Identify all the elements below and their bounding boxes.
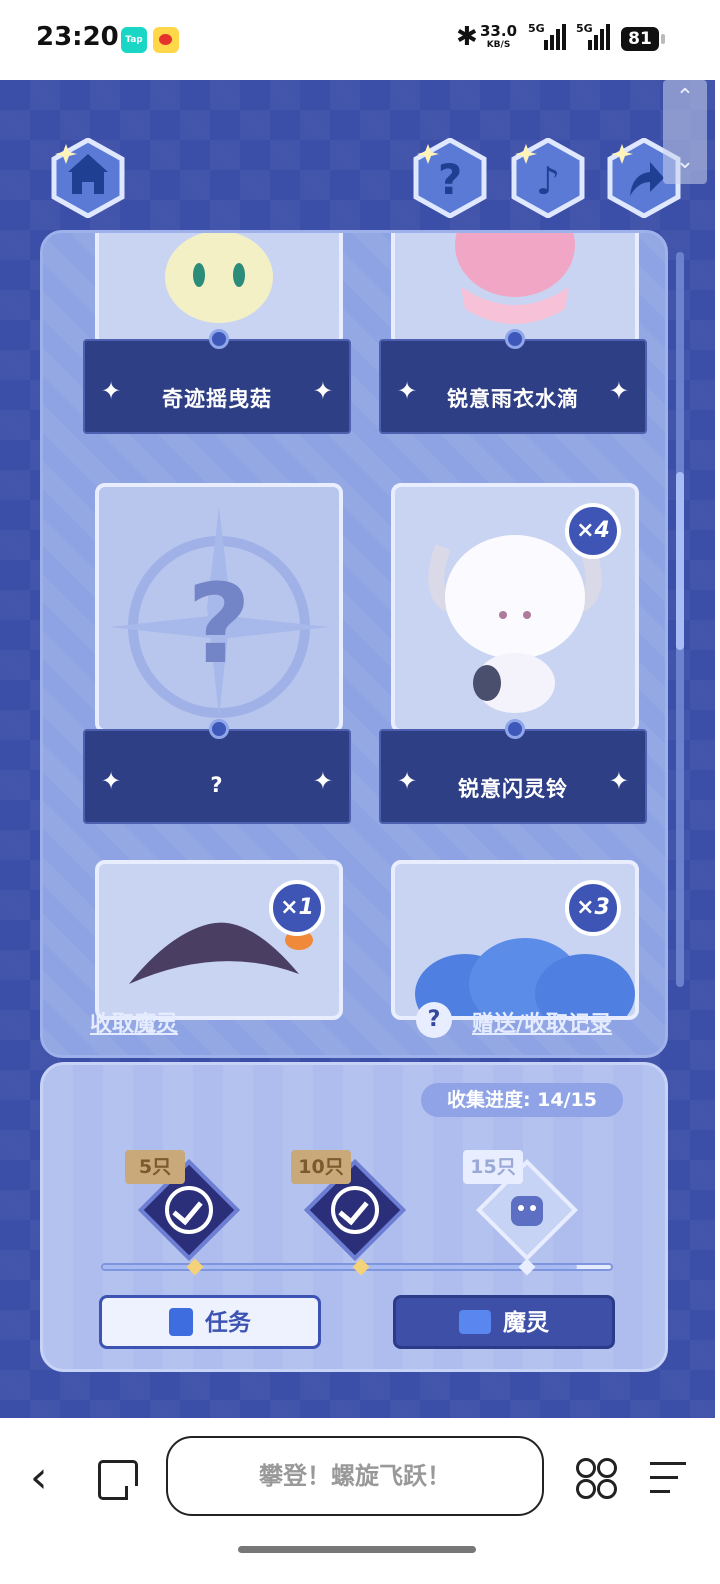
milestone-15[interactable]: 15只 [463, 1150, 578, 1261]
check-icon [331, 1186, 379, 1234]
card-name: 奇迹摇曳菇 [162, 387, 272, 411]
card-art: ×3 [391, 860, 639, 1020]
count-badge: ×3 [565, 880, 621, 936]
spirit-card[interactable]: ✦ 奇迹摇曳菇 ✦ [83, 233, 351, 447]
battery-icon: 81 [621, 27, 665, 51]
milestone-tag: 10只 [291, 1150, 351, 1184]
progress-label: 收集进度: 14/15 [421, 1083, 623, 1117]
tap-icon: Tap [121, 27, 147, 53]
browser-toolbar: ‹ 攀登！螺旋飞跃！ [0, 1418, 720, 1584]
check-icon [165, 1186, 213, 1234]
milestone-tick [352, 1258, 370, 1276]
milestone-5[interactable]: 5只 [125, 1150, 240, 1261]
music-button[interactable]: ♪ [508, 138, 588, 218]
home-indicator[interactable] [238, 1546, 476, 1553]
status-bar: 23:20 Tap ✱ 33.0 KB/S 5G 5G 81 [0, 0, 720, 80]
gift-record-link[interactable]: 赠送/收取记录 [472, 1006, 612, 1038]
collect-spirit-link[interactable]: 收取魔灵 [90, 1006, 178, 1038]
plate-dot [209, 719, 229, 739]
svg-text:♪: ♪ [536, 159, 560, 203]
plate-dot [505, 329, 525, 349]
music-icon: ♪ [511, 138, 585, 218]
task-button-label: 任务 [205, 1310, 251, 1336]
card-plate: ✦ 奇迹摇曳菇 ✦ [83, 329, 351, 434]
spirit-card[interactable]: ×4 ✦ 锐意闪灵铃 ✦ [379, 483, 647, 828]
sparkle-icon: ✦ [312, 767, 333, 795]
card-art: ×1 [95, 860, 343, 1020]
scroll-up-icon[interactable]: ⌃ [675, 87, 695, 109]
spirit-card[interactable]: ×1 [83, 860, 343, 1020]
bluetooth-icon: ✱ [456, 22, 478, 52]
collection-panel[interactable]: ✦ 奇迹摇曳菇 ✦ ✦ 锐意雨衣水滴 ✦ ? ✦ ? ✦ ×4 ✦ 锐意闪灵铃 … [40, 230, 668, 1058]
apps-icon[interactable] [576, 1458, 617, 1499]
back-icon[interactable]: ‹ [30, 1456, 48, 1500]
card-plate: ✦ ? ✦ [83, 719, 351, 824]
spirit-button[interactable]: 魔灵 [393, 1295, 615, 1349]
collection-scrollbar-thumb[interactable] [676, 472, 684, 650]
signal-1-icon: 5G [528, 22, 566, 52]
game-area: ? ♪ ⌃ ⌄ ✦ 奇迹摇曳菇 ✦ ✦ 锐意雨衣水滴 ✦ ? ✦ ? ✦ ×4 … [0, 80, 715, 1418]
task-icon [169, 1307, 193, 1336]
milestone-tick [186, 1258, 204, 1276]
card-art: ? [95, 483, 343, 733]
help-button[interactable]: ? [410, 138, 490, 218]
spirit-button-label: 魔灵 [503, 1310, 549, 1336]
sparkle-icon: ✦ [312, 377, 333, 405]
card-art: ×4 [391, 483, 639, 733]
card-name: 锐意闪灵铃 [458, 777, 568, 801]
card-plate: ✦ 锐意雨衣水滴 ✦ [379, 329, 647, 434]
spirit-card[interactable]: ✦ 锐意雨衣水滴 ✦ [379, 233, 647, 447]
tabs-icon[interactable] [98, 1460, 138, 1500]
progress-fill [103, 1265, 578, 1269]
count-badge: ×1 [269, 880, 325, 936]
signal-2-icon: 5G [576, 22, 612, 52]
collection-progress-panel: 收集进度: 14/15 5只 10只 15只 任务 魔灵 [40, 1062, 668, 1372]
locked-silhouette-icon: ? [109, 507, 329, 718]
card-name: ? [210, 773, 224, 797]
task-button[interactable]: 任务 [99, 1295, 321, 1349]
milestone-10[interactable]: 10只 [291, 1150, 406, 1261]
card-name: 锐意雨衣水滴 [447, 387, 579, 411]
folder-icon [459, 1309, 491, 1334]
speed-unit: KB/S [486, 40, 511, 50]
svg-text:?: ? [438, 155, 462, 204]
help-icon: ? [413, 138, 487, 218]
signal-2-label: 5G [576, 22, 593, 35]
menu-icon[interactable] [650, 1460, 686, 1496]
weibo-icon [153, 27, 179, 53]
count-badge: ×4 [565, 503, 621, 559]
home-button[interactable] [48, 138, 128, 218]
sparkle-icon: ✦ [608, 377, 629, 405]
milestone-tag: 5只 [125, 1150, 185, 1184]
milestone-tag: 15只 [463, 1150, 523, 1184]
game-edge [715, 80, 720, 1418]
address-bar[interactable]: 攀登！螺旋飞跃！ [166, 1436, 544, 1516]
spirit-card[interactable]: ×3 [379, 860, 639, 1020]
plate-dot [505, 719, 525, 739]
status-time: 23:20 [36, 22, 119, 52]
page-scroll-widget[interactable]: ⌃ ⌄ [663, 80, 707, 184]
signal-1-label: 5G [528, 22, 545, 35]
svg-text:?: ? [187, 560, 251, 688]
network-speed: 33.0 KB/S [480, 24, 517, 52]
scroll-down-icon[interactable]: ⌄ [675, 151, 695, 173]
plate-dot [209, 329, 229, 349]
card-plate: ✦ 锐意闪灵铃 ✦ [379, 719, 647, 824]
record-help-icon[interactable]: ? [416, 1002, 452, 1038]
sparkle-icon: ✦ [608, 767, 629, 795]
penguin-reward-icon [511, 1196, 543, 1226]
home-icon [51, 138, 125, 218]
milestone-tick [518, 1258, 536, 1276]
spirit-card-locked[interactable]: ? ✦ ? ✦ [83, 483, 351, 828]
